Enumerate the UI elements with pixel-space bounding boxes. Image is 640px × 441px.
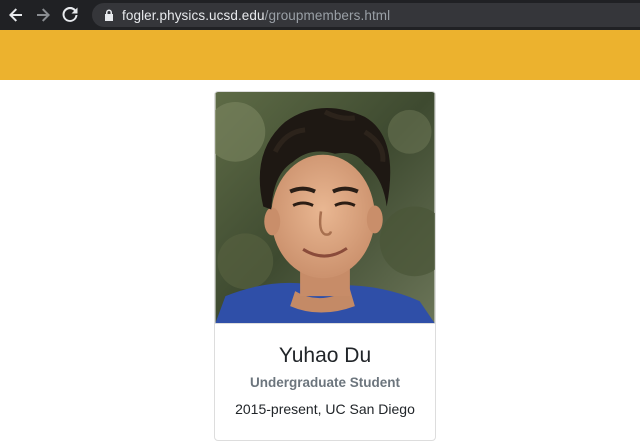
address-bar[interactable]: fogler.physics.ucsd.edu/groupmembers.htm… bbox=[92, 3, 640, 27]
back-arrow-icon bbox=[9, 8, 22, 22]
url-text: fogler.physics.ucsd.edu/groupmembers.htm… bbox=[122, 8, 390, 23]
forward-button[interactable] bbox=[32, 4, 54, 26]
member-card-body: Yuhao Du Undergraduate Student 2015-pres… bbox=[215, 325, 435, 418]
forward-arrow-icon bbox=[37, 8, 50, 22]
member-card: Yuhao Du Undergraduate Student 2015-pres… bbox=[214, 91, 436, 441]
url-host: fogler.physics.ucsd.edu bbox=[122, 7, 265, 23]
back-button[interactable] bbox=[5, 4, 27, 26]
member-name: Yuhao Du bbox=[278, 344, 372, 367]
reload-icon bbox=[62, 7, 78, 22]
site-header-banner bbox=[0, 30, 640, 80]
member-period: 2015-present, UC San Diego bbox=[235, 401, 415, 417]
browser-toolbar: fogler.physics.ucsd.edu/groupmembers.htm… bbox=[0, 0, 640, 30]
member-role: Undergraduate Student bbox=[249, 375, 400, 390]
lock-icon bbox=[104, 9, 114, 21]
url-path: /groupmembers.html bbox=[264, 7, 391, 23]
reload-button[interactable] bbox=[59, 4, 81, 26]
member-photo bbox=[215, 92, 435, 324]
